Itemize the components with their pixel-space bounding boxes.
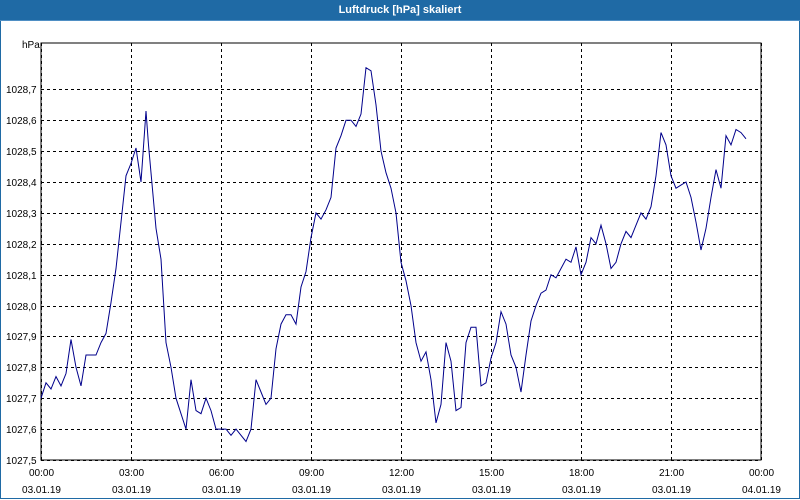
y-tick-label: 1028,3 — [6, 209, 37, 220]
series-line — [40, 66, 747, 443]
series-group — [40, 66, 747, 443]
x-tick-time-label: 03:00 — [119, 468, 144, 479]
x-axis-ticks: 00:00 03.01.19 03:00 03.01.19 06:00 03.01.19 0… — [22, 468, 781, 496]
x-tick-time-label: 00:00 — [749, 468, 774, 479]
grid-lines — [40, 42, 762, 461]
x-tick-date-label: 03.01.19 — [22, 485, 61, 496]
x-tick-date-label: 03.01.19 — [382, 485, 421, 496]
chart-window: Luftdruck [hPa] skaliert 1027,5 1027,6 102… — [0, 0, 800, 500]
x-tick-date-label: 03.01.19 — [292, 485, 331, 496]
x-tick-time-label: 15:00 — [479, 468, 504, 479]
y-tick-label: 1027,7 — [6, 394, 37, 405]
x-tick-time-label: 06:00 — [209, 468, 234, 479]
x-tick-time-label: 21:00 — [659, 468, 684, 479]
x-tick-date-label: 03.01.19 — [112, 485, 151, 496]
x-tick-time-label: 00:00 — [29, 468, 54, 479]
x-tick-date-label: 03.01.19 — [472, 485, 511, 496]
x-tick-time-label: 09:00 — [299, 468, 324, 479]
y-axis-ticks: 1027,5 1027,6 1027,7 1027,8 1027,9 1028,0 1028… — [6, 85, 37, 467]
y-tick-label: 1028,6 — [6, 116, 37, 127]
x-tick-time-label: 18:00 — [569, 468, 594, 479]
y-tick-label: 1028,5 — [6, 147, 37, 158]
y-tick-label: 1028,7 — [6, 85, 37, 96]
x-tick-date-label: 03.01.19 — [562, 485, 601, 496]
y-tick-label: 1028,1 — [6, 271, 37, 282]
x-tick-date-label: 03.01.19 — [652, 485, 691, 496]
x-tick-date-label: 03.01.19 — [202, 485, 241, 496]
y-axis-unit-label: hPa — [22, 40, 40, 51]
y-tick-label: 1027,9 — [6, 332, 37, 343]
x-tick-time-label: 12:00 — [389, 468, 414, 479]
pressure-line-chart: 1027,5 1027,6 1027,7 1027,8 1027,9 1028,0 1028… — [6, 40, 781, 496]
y-tick-label: 1027,6 — [6, 425, 37, 436]
y-tick-label: 1028,2 — [6, 240, 37, 251]
y-tick-label: 1027,8 — [6, 363, 37, 374]
y-tick-label: 1027,5 — [6, 456, 37, 467]
y-tick-label: 1028,0 — [6, 302, 37, 313]
y-tick-label: 1028,4 — [6, 178, 37, 189]
x-tick-date-label: 04.01.19 — [742, 485, 781, 496]
